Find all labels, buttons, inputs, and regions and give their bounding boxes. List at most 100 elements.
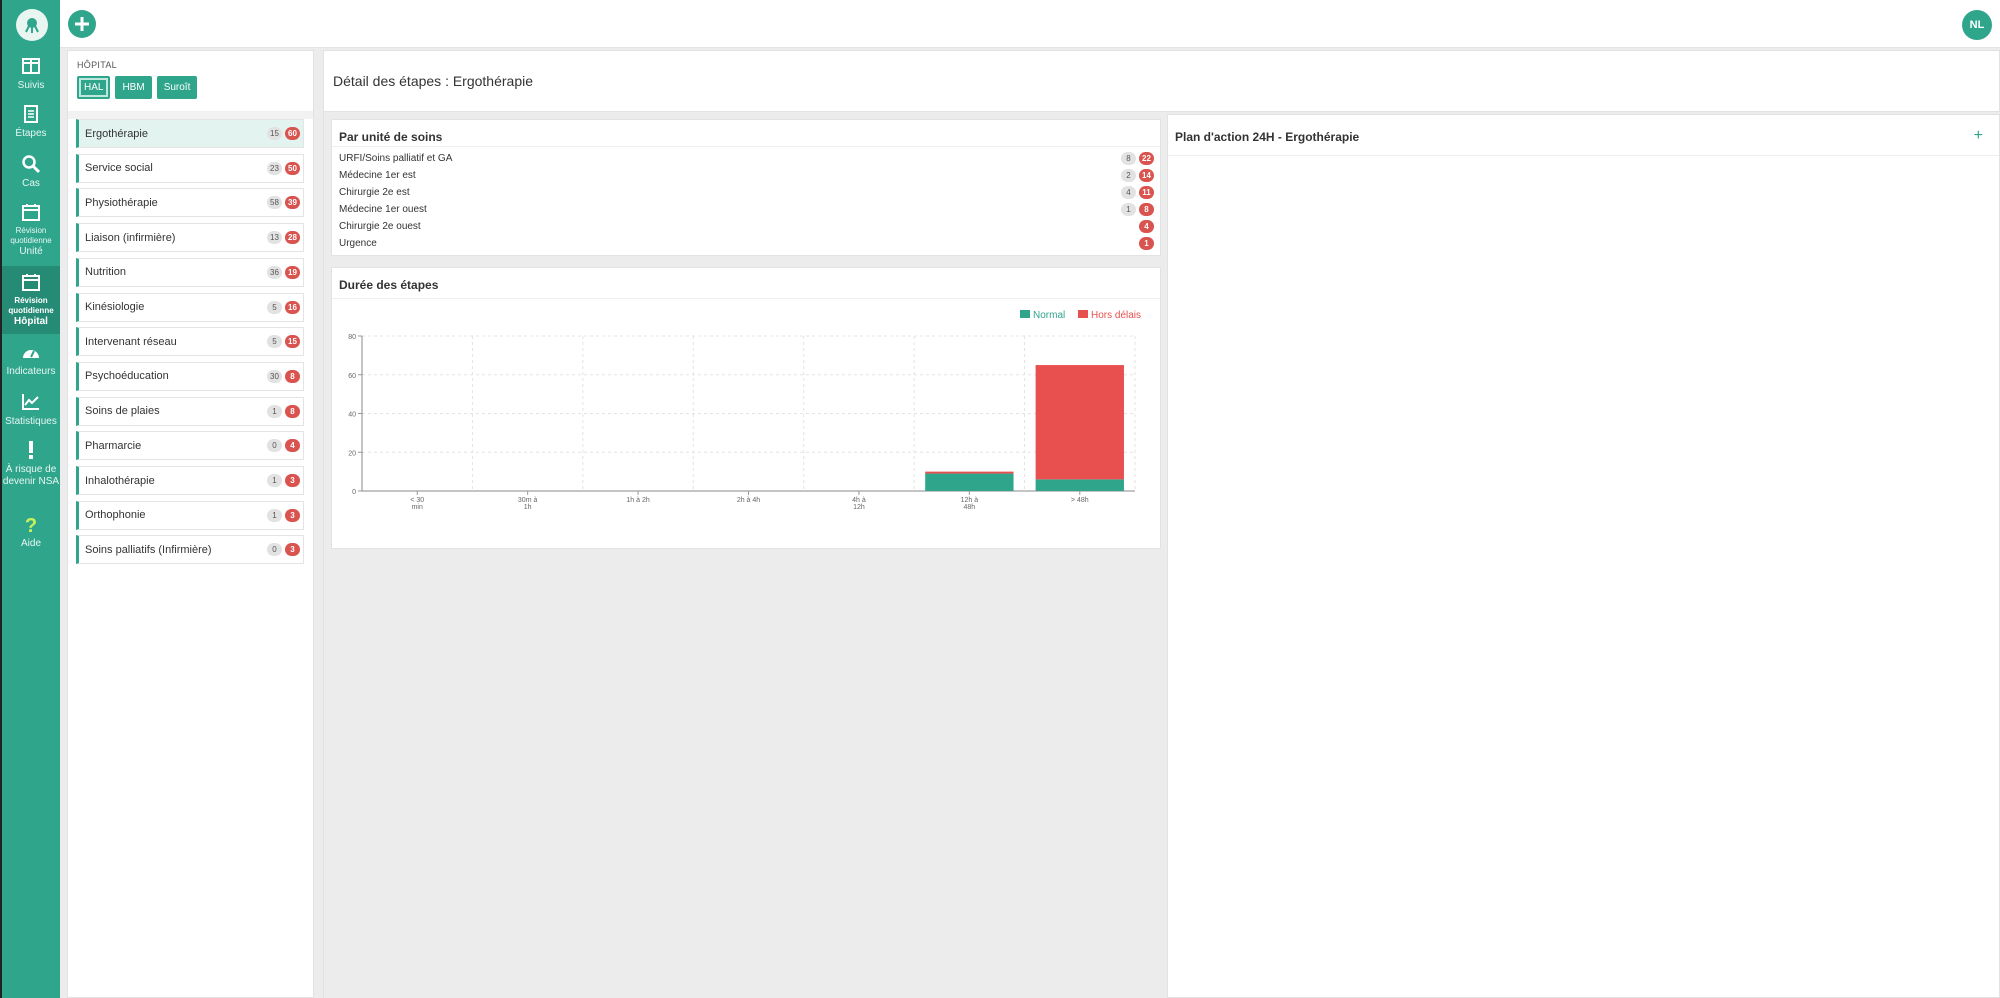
step-item[interactable]: Psychoéducation 30 8 [76, 361, 304, 391]
count-late-badge: 11 [1139, 186, 1154, 199]
add-button[interactable] [68, 10, 96, 38]
x-tick-label: 2h à 4h [737, 497, 760, 504]
step-item[interactable]: Soins de plaies 1 8 [76, 396, 304, 426]
step-item[interactable]: Nutrition 36 19 [76, 257, 304, 287]
x-tick-label: 4h à [852, 497, 866, 504]
count-normal-badge: 30 [267, 369, 282, 383]
step-label: Liaison (infirmière) [85, 231, 176, 244]
legend-label: Normal [1033, 310, 1065, 321]
y-tick-label: 40 [348, 412, 356, 419]
step-item[interactable]: Physiothérapie 58 39 [76, 188, 304, 218]
main-body-left: Par unité de soins URFI/Soins palliatif … [323, 112, 1168, 998]
x-tick-label: 12h à [961, 497, 979, 504]
unit-label: Médecine 1er ouest [339, 204, 427, 215]
nav-label: Hôpital [14, 316, 48, 327]
step-label: Inhalothérapie [85, 474, 155, 487]
legend-label: Hors délais [1091, 310, 1141, 321]
calendar-icon [22, 204, 40, 221]
top-bar: NL [60, 0, 2000, 48]
nav-etapes[interactable]: Étapes [2, 104, 60, 140]
hospital-button-suroit[interactable]: Suroît [156, 76, 198, 99]
nav-aide[interactable]: ? Aide [2, 514, 60, 550]
legend-swatch [1078, 310, 1088, 318]
count-normal-badge: 1 [267, 474, 282, 487]
x-tick-label: min [412, 504, 423, 511]
nav-suivis[interactable]: Suivis [2, 56, 60, 92]
count-late-badge: 3 [285, 508, 300, 522]
step-label: Soins palliatifs (Infirmière) [85, 543, 212, 556]
step-label: Pharmarcie [85, 439, 142, 452]
x-tick-label: 30m à [518, 497, 538, 504]
x-tick-label: 48h [964, 504, 976, 511]
count-late-badge: 22 [1139, 152, 1154, 165]
exclamation-icon [29, 441, 33, 459]
hospital-label: HÔPITAL [77, 60, 117, 70]
count-normal-badge: 0 [267, 543, 282, 557]
hospital-button-hbm[interactable]: HBM [115, 76, 152, 99]
step-label: Nutrition [85, 266, 126, 279]
count-late-badge: 16 [285, 300, 300, 314]
nav-indicateurs[interactable]: Indicateurs [2, 342, 60, 378]
bar-normal [925, 473, 1014, 491]
count-normal-badge: 5 [267, 335, 282, 349]
step-item[interactable]: Kinésiologie 5 16 [76, 292, 304, 322]
count-normal-badge: 1 [267, 404, 282, 418]
nav-label: Aide [20, 538, 41, 549]
nav-label-small: Révision quotidienne [8, 296, 54, 315]
count-late-badge: 50 [285, 161, 300, 175]
count-late-badge: 60 [285, 127, 300, 140]
step-label: Intervenant réseau [85, 335, 177, 348]
y-tick-label: 0 [352, 489, 356, 496]
step-item[interactable]: Liaison (infirmière) 13 28 [76, 223, 304, 253]
step-item[interactable]: Soins palliatifs (Infirmière) 0 3 [76, 535, 304, 565]
count-late-badge: 15 [285, 335, 300, 349]
step-item[interactable]: Inhalothérapie 1 3 [76, 466, 304, 495]
plus-icon [75, 17, 89, 31]
unit-row[interactable]: Chirurgie 2e ouest 4 [339, 218, 1157, 235]
nav-revision-unite[interactable]: Révision quotidienne Unité [2, 202, 60, 258]
unit-row[interactable]: Médecine 1er ouest 1 8 [339, 201, 1157, 218]
nav-cas[interactable]: Cas [2, 154, 60, 190]
unit-row[interactable]: URFI/Soins palliatif et GA 8 22 [339, 150, 1157, 167]
steps-panel: HÔPITAL HAL HBM Suroît Ergothérapie 15 60 S… [67, 50, 314, 998]
page-title: Détail des étapes : Ergothérapie [333, 73, 534, 89]
nav-risque-nsa[interactable]: À risque de devenir NSA [2, 440, 60, 488]
unit-label: Médecine 1er est [339, 170, 416, 181]
hospital-selector: HAL HBM Suroît [77, 76, 198, 99]
step-label: Orthophonie [85, 509, 146, 522]
step-item[interactable]: Intervenant réseau 5 15 [76, 327, 304, 357]
divider [332, 146, 1160, 147]
nav-label: Indicateurs [6, 366, 56, 377]
avatar[interactable]: NL [1962, 10, 1992, 40]
nav-statistiques[interactable]: Statistiques [2, 392, 60, 428]
step-item[interactable]: Orthophonie 1 3 [76, 500, 304, 530]
count-late-badge: 28 [285, 231, 300, 245]
app-logo-icon[interactable] [16, 9, 48, 41]
step-item[interactable]: Service social 23 50 [76, 153, 304, 183]
chart-title: Durée des étapes [339, 278, 439, 292]
unit-label: Chirurgie 2e ouest [339, 221, 421, 232]
count-late-badge: 14 [1139, 169, 1154, 182]
question-icon: ? [25, 515, 37, 534]
nav-label: À risque de devenir NSA [2, 464, 60, 487]
hospital-button-hal[interactable]: HAL [77, 76, 111, 99]
count-normal-badge: 8 [1121, 152, 1136, 165]
nav-label-small: Révision quotidienne [10, 226, 52, 245]
unit-row[interactable]: Urgence 1 [339, 235, 1157, 252]
count-late-badge: 39 [285, 196, 300, 210]
count-normal-badge: 2 [1121, 169, 1136, 182]
count-normal-badge: 13 [267, 231, 282, 245]
nav-label: Statistiques [5, 416, 57, 427]
step-item[interactable]: Pharmarcie 0 4 [76, 431, 304, 461]
step-item[interactable]: Ergothérapie 15 60 [76, 119, 304, 148]
unit-row[interactable]: Chirurgie 2e est 4 11 [339, 184, 1157, 201]
units-card: Par unité de soins URFI/Soins palliatif … [331, 119, 1161, 256]
bar-hors-délais [925, 471, 1014, 474]
count-normal-badge: 36 [267, 265, 282, 279]
unit-row[interactable]: Médecine 1er est 2 14 [339, 167, 1157, 184]
line-chart-icon [22, 394, 39, 410]
count-late-badge: 3 [285, 543, 300, 557]
add-plan-button[interactable]: + [1974, 127, 1983, 145]
nav-revision-hopital[interactable]: Révision quotidienne Hôpital [2, 266, 60, 334]
count-normal-badge: 0 [267, 439, 282, 453]
